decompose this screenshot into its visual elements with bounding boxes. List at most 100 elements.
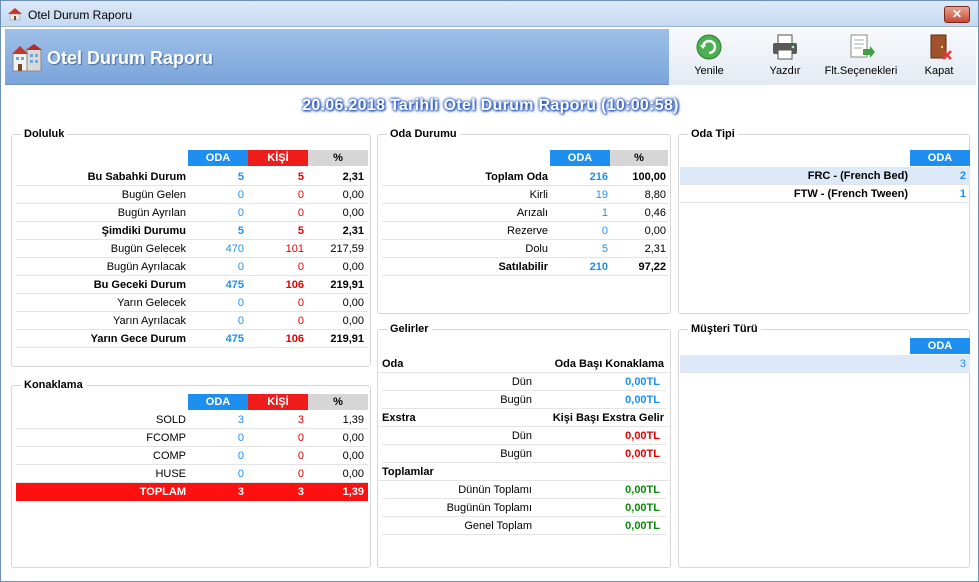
accommodation-row: FCOMP 0 0 0,00 bbox=[16, 429, 368, 447]
revenue-room-row-value: 0,00TL bbox=[625, 376, 660, 388]
accommodation-row-oda: 0 bbox=[237, 432, 244, 444]
occupancy-row-pct: 2,31 bbox=[342, 171, 364, 183]
occupancy-row-kisi: 101 bbox=[285, 243, 304, 255]
occupancy-row-kisi: 0 bbox=[297, 189, 304, 201]
occupancy-row-pct: 217,59 bbox=[330, 243, 364, 255]
occupancy-row: Bu Geceki Durum 475 106 219,91 bbox=[16, 276, 368, 294]
revenue-total-row-value: 0,00TL bbox=[625, 502, 660, 514]
revenue-extra-row-label: Bugün bbox=[500, 448, 532, 460]
revenue-room-row-value: 0,00TL bbox=[625, 394, 660, 406]
occupancy-row: Yarın Gelecek 0 0 0,00 bbox=[16, 294, 368, 312]
revenue-total-row-value: 0,00TL bbox=[625, 520, 660, 532]
occupancy-row-pct: 0,00 bbox=[342, 297, 364, 309]
occupancy-row: Yarın Ayrılacak 0 0 0,00 bbox=[16, 312, 368, 330]
room-status-row-pct: 100,00 bbox=[632, 171, 666, 183]
occupancy-row-label: Bugün Ayrılan bbox=[117, 207, 186, 219]
room-type-row-label: FTW - (French Tween) bbox=[793, 188, 908, 200]
room-type-row[interactable]: FTW - (French Tween) 1 bbox=[680, 185, 970, 203]
revenue-title: Gelirler bbox=[387, 323, 432, 335]
occupancy-row-oda: 470 bbox=[225, 243, 244, 255]
revenue-room-header-subtitle: Oda Başı Konaklama bbox=[554, 358, 664, 370]
occupancy-row-oda: 0 bbox=[237, 315, 244, 327]
occupancy-row: Bugün Ayrılacak 0 0 0,00 bbox=[16, 258, 368, 276]
close-report-button[interactable]: Kapat bbox=[913, 33, 965, 81]
room-status-row: Rezerve 0 0,00 bbox=[382, 222, 668, 240]
revenue-room-row-label: Bugün bbox=[500, 394, 532, 406]
revenue-extra-header-title: Exstra bbox=[382, 412, 416, 424]
room-status-row-oda: 0 bbox=[601, 225, 608, 237]
room-status-row: Arızalı 1 0,46 bbox=[382, 204, 668, 222]
accommodation-total-kisi: 3 bbox=[297, 486, 304, 498]
revenue-total-row-label: Bugünün Toplamı bbox=[446, 502, 532, 514]
refresh-button[interactable]: Yenile bbox=[683, 33, 735, 81]
occupancy-row-pct: 0,00 bbox=[342, 189, 364, 201]
occupancy-row-pct: 219,91 bbox=[330, 279, 364, 291]
accommodation-total-pct: 1,39 bbox=[342, 486, 364, 498]
occupancy-row-oda: 0 bbox=[237, 189, 244, 201]
room-status-row-oda: 210 bbox=[589, 261, 608, 273]
revenue-total-header: Toplamlar bbox=[378, 463, 670, 481]
occupancy-row: Bugün Gelen 0 0 0,00 bbox=[16, 186, 368, 204]
occupancy-row-oda: 0 bbox=[237, 207, 244, 219]
occupancy-row: Bugün Gelecek 470 101 217,59 bbox=[16, 240, 368, 258]
revenue-total-row-label: Genel Toplam bbox=[464, 520, 532, 532]
room-status-col-pct: % bbox=[610, 150, 668, 166]
occupancy-row: Yarın Gece Durum 475 106 219,91 bbox=[16, 330, 368, 348]
occupancy-col-pct: % bbox=[308, 150, 368, 166]
accommodation-row-label: FCOMP bbox=[146, 432, 186, 444]
occupancy-col-kisi: KİŞİ bbox=[248, 150, 308, 166]
occupancy-row-label: Bugün Gelecek bbox=[110, 243, 186, 255]
occupancy-row: Bu Sabahki Durum 5 5 2,31 bbox=[16, 168, 368, 186]
filter-options-label: Flt.Seçenekleri bbox=[824, 65, 898, 77]
revenue-room-header-title: Oda bbox=[382, 358, 404, 370]
accommodation-row-label: HUSE bbox=[155, 468, 186, 480]
occupancy-row: Şimdiki Durumu 5 5 2,31 bbox=[16, 222, 368, 240]
customer-type-row[interactable]: 3 bbox=[680, 355, 970, 373]
room-type-panel: Oda Tipi ODA FRC - (French Bed) 2 FTW - (F… bbox=[678, 128, 970, 314]
occupancy-row-kisi: 5 bbox=[297, 225, 304, 237]
revenue-extra-row-value: 0,00TL bbox=[625, 448, 660, 460]
header-title: Otel Durum Raporu bbox=[47, 48, 214, 68]
revenue-room-row: Dün 0,00TL bbox=[382, 373, 666, 391]
filter-options-button[interactable]: Flt.Seçenekleri bbox=[821, 33, 901, 81]
revenue-total-row-value: 0,00TL bbox=[625, 484, 660, 496]
occupancy-row-label: Bugün Ayrılacak bbox=[106, 261, 186, 273]
revenue-extra-header: Exstra Kişi Başı Exstra Gelir bbox=[378, 409, 670, 427]
room-status-title: Oda Durumu bbox=[387, 128, 460, 140]
occupancy-row-kisi: 0 bbox=[297, 261, 304, 273]
hotel-building-icon bbox=[12, 44, 42, 72]
room-status-row-oda: 19 bbox=[595, 189, 608, 201]
room-status-row: Toplam Oda 216 100,00 bbox=[382, 168, 668, 186]
room-status-row-label: Arızalı bbox=[516, 207, 548, 219]
accommodation-col-kisi: KİŞİ bbox=[248, 394, 308, 410]
revenue-room-row: Bugün 0,00TL bbox=[382, 391, 666, 409]
occupancy-row-oda: 5 bbox=[237, 225, 244, 237]
printer-icon bbox=[773, 34, 797, 60]
room-status-row-pct: 97,22 bbox=[638, 261, 666, 273]
occupancy-row-pct: 0,00 bbox=[342, 207, 364, 219]
occupancy-row-pct: 0,00 bbox=[342, 315, 364, 327]
report-window: Otel Durum Raporu ✕ Otel Durum Raporu Ye… bbox=[0, 0, 979, 582]
window-close-button[interactable]: ✕ bbox=[944, 6, 970, 23]
exit-door-icon bbox=[930, 34, 952, 60]
room-status-row-pct: 0,00 bbox=[644, 225, 666, 237]
room-type-row-oda: 1 bbox=[959, 188, 966, 200]
room-status-row-pct: 8,80 bbox=[644, 189, 666, 201]
room-type-row[interactable]: FRC - (French Bed) 2 bbox=[680, 167, 970, 185]
customer-type-col-oda: ODA bbox=[910, 338, 970, 354]
occupancy-row-oda: 0 bbox=[237, 261, 244, 273]
occupancy-row-pct: 2,31 bbox=[342, 225, 364, 237]
occupancy-row-oda: 5 bbox=[237, 171, 244, 183]
customer-type-row-oda: 3 bbox=[959, 358, 966, 370]
occupancy-row-oda: 475 bbox=[225, 279, 244, 291]
customer-type-title: Müşteri Türü bbox=[688, 323, 761, 335]
title-bar: Otel Durum Raporu ✕ bbox=[1, 1, 978, 27]
refresh-label: Yenile bbox=[694, 65, 724, 77]
room-type-row-oda: 2 bbox=[959, 170, 966, 182]
print-button[interactable]: Yazdır bbox=[757, 33, 813, 81]
occupancy-row-kisi: 0 bbox=[297, 207, 304, 219]
refresh-icon bbox=[696, 34, 722, 60]
room-status-row: Dolu 5 2,31 bbox=[382, 240, 668, 258]
accommodation-col-oda: ODA bbox=[188, 394, 248, 410]
room-status-row-pct: 2,31 bbox=[644, 243, 666, 255]
